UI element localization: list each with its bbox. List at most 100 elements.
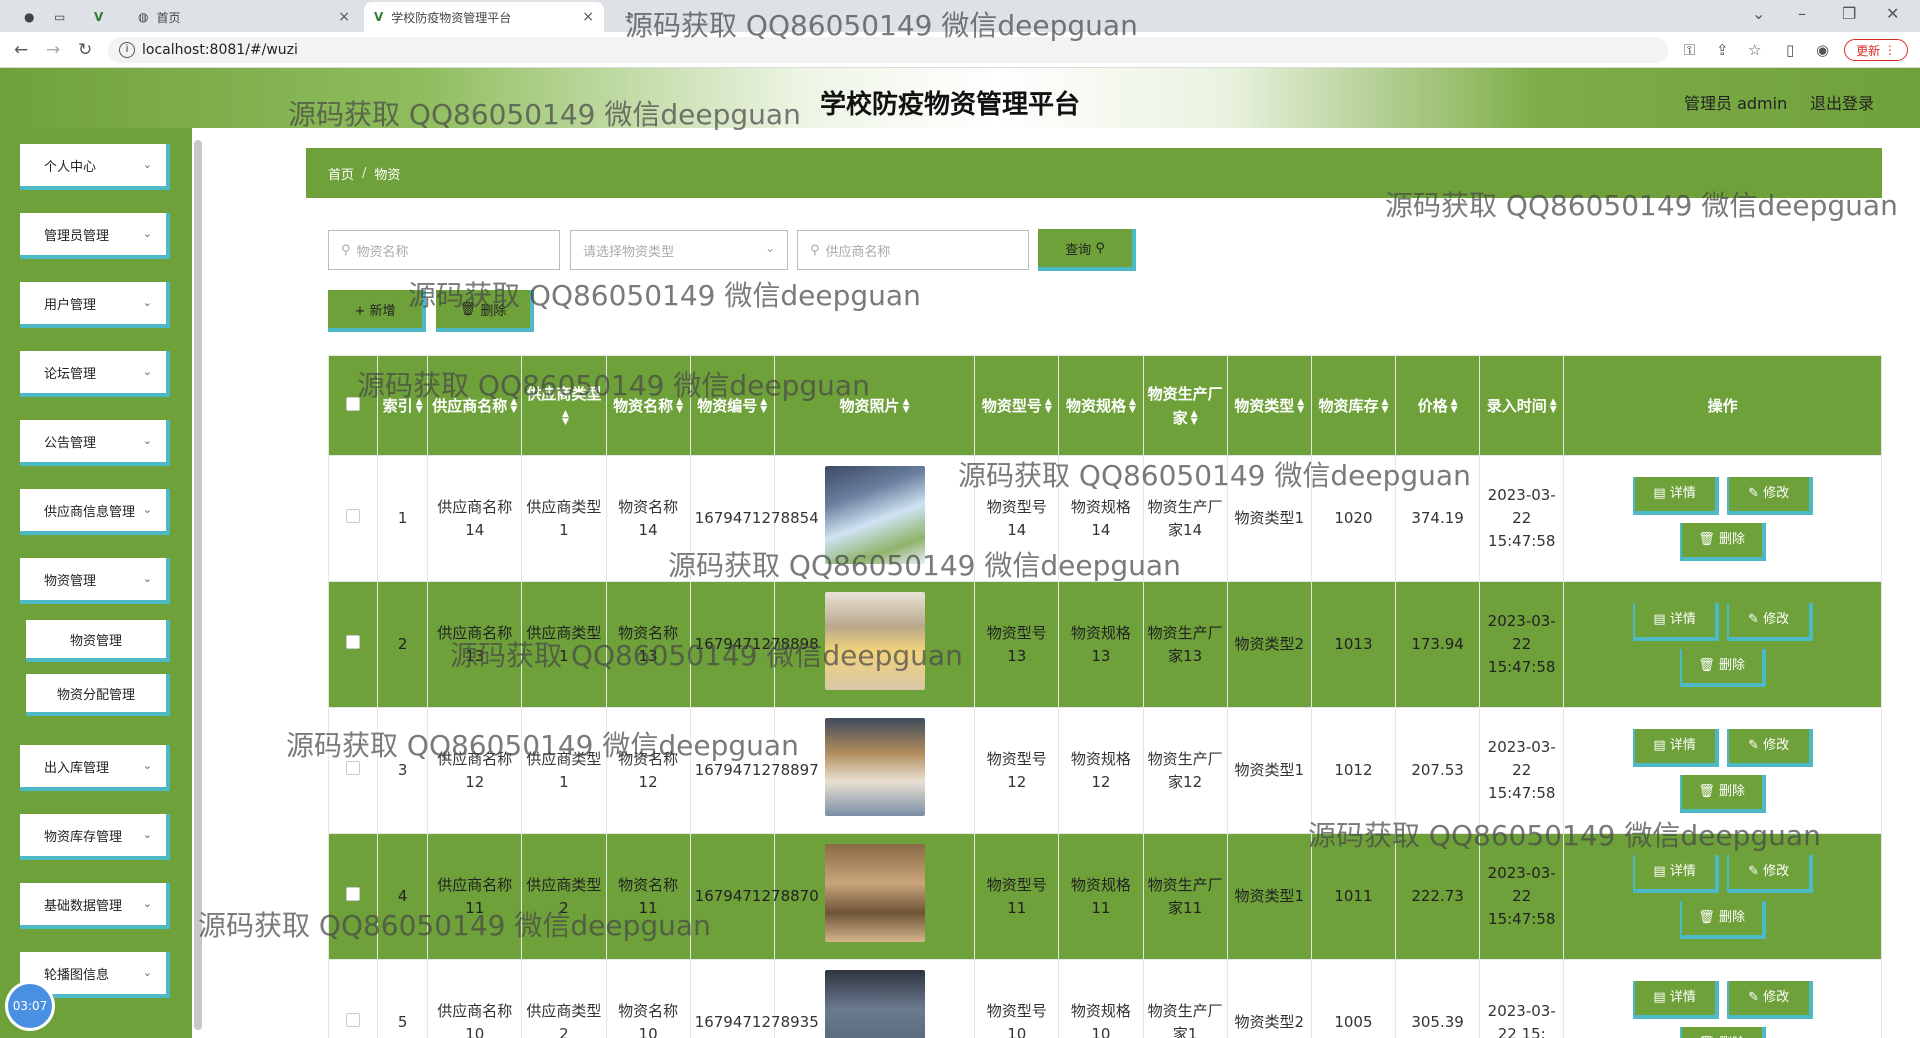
- delete-button[interactable]: 🗑 删除: [1679, 900, 1766, 939]
- sort-icon[interactable]: ▲ ▼: [760, 398, 767, 415]
- sidebar-subitem-material[interactable]: 物资管理: [26, 620, 170, 662]
- detail-button[interactable]: ▤ 详情: [1632, 476, 1719, 515]
- sort-icon[interactable]: ▲ ▼: [1297, 398, 1304, 415]
- tab-search-icon[interactable]: ⌄: [1752, 4, 1765, 23]
- column-header[interactable]: 供应商名称 ▲ ▼: [427, 355, 523, 456]
- star-icon[interactable]: ☆: [1748, 41, 1761, 59]
- sidebar-scrollbar[interactable]: [194, 140, 202, 1030]
- sidebar-item-basic-data[interactable]: 基础数据管理 ⌄: [20, 883, 170, 929]
- row-checkbox[interactable]: [346, 887, 361, 901]
- browser-tab-blank[interactable]: ▭: [44, 2, 75, 32]
- url-field[interactable]: i localhost:8081/#/wuzi: [108, 37, 1668, 63]
- reload-icon[interactable]: ↻: [78, 40, 92, 60]
- detail-button[interactable]: ▤ 详情: [1632, 854, 1719, 893]
- sidebar-item-personal-center[interactable]: 个人中心 ⌄: [20, 144, 170, 190]
- close-tab-icon[interactable]: ×: [338, 9, 350, 25]
- pencil-icon: ✎: [1748, 864, 1760, 879]
- sort-icon[interactable]: ▲ ▼: [1129, 398, 1136, 415]
- sort-icon[interactable]: ▲ ▼: [1550, 398, 1557, 415]
- edit-button[interactable]: ✎ 修改: [1726, 980, 1813, 1019]
- material-name-search-input[interactable]: ⚲ 物资名称: [328, 230, 560, 270]
- material-photo[interactable]: [824, 592, 925, 690]
- sidebar-toggle-icon[interactable]: ▯: [1786, 41, 1794, 59]
- material-photo[interactable]: [824, 844, 925, 942]
- detail-button[interactable]: ▤ 详情: [1632, 980, 1719, 1019]
- row-checkbox[interactable]: [346, 761, 361, 775]
- sort-icon[interactable]: ▲ ▼: [510, 398, 517, 415]
- table-cell-model: 物资型号10: [974, 959, 1060, 1038]
- row-checkbox[interactable]: [346, 635, 361, 649]
- forward-icon[interactable]: →: [46, 40, 60, 60]
- column-header[interactable]: 供应商类型 ▲ ▼: [521, 355, 607, 456]
- sidebar-item-forum-management[interactable]: 论坛管理 ⌄: [20, 351, 170, 397]
- edit-button[interactable]: ✎ 修改: [1726, 728, 1813, 767]
- material-photo[interactable]: [824, 466, 925, 564]
- edit-button[interactable]: ✎ 修改: [1726, 854, 1813, 893]
- profile-icon[interactable]: ◉: [1816, 41, 1829, 59]
- add-button[interactable]: + 新增: [328, 290, 426, 332]
- browser-tab-github[interactable]: ●: [14, 2, 44, 32]
- detail-button[interactable]: ▤ 详情: [1632, 602, 1719, 641]
- sidebar-item-inout-management[interactable]: 出入库管理 ⌄: [20, 745, 170, 791]
- browser-tab-home[interactable]: ◍ 首页 ×: [128, 2, 360, 32]
- update-button[interactable]: 更新 ⋮: [1844, 39, 1908, 61]
- sort-icon[interactable]: ▲ ▼: [1381, 398, 1388, 415]
- column-header[interactable]: 物资名称 ▲ ▼: [605, 355, 691, 456]
- sort-icon[interactable]: ▲ ▼: [1451, 398, 1458, 415]
- column-header[interactable]: 物资规格 ▲ ▼: [1058, 355, 1144, 456]
- sidebar-item-notice-management[interactable]: 公告管理 ⌄: [20, 420, 170, 466]
- delete-button[interactable]: 🗑 删除: [1679, 522, 1766, 561]
- column-header[interactable]: 录入时间 ▲ ▼: [1479, 355, 1565, 456]
- sort-icon[interactable]: ▲ ▼: [1045, 398, 1052, 415]
- key-icon[interactable]: ⚿: [1684, 41, 1695, 59]
- minimize-icon[interactable]: –: [1798, 4, 1806, 23]
- share-icon[interactable]: ⇪: [1716, 41, 1729, 59]
- material-photo[interactable]: [824, 718, 925, 816]
- close-tab-icon[interactable]: ×: [582, 9, 594, 25]
- sort-icon[interactable]: ▲ ▼: [416, 398, 423, 415]
- browser-tab-platform[interactable]: V 学校防疫物资管理平台 ×: [364, 2, 604, 32]
- sort-icon[interactable]: ▲ ▼: [562, 410, 569, 427]
- sort-icon[interactable]: ▲ ▼: [676, 398, 683, 415]
- column-header[interactable]: 价格 ▲ ▼: [1394, 355, 1481, 456]
- column-header[interactable]: 索引 ▲ ▼: [377, 355, 429, 456]
- sidebar-item-user-management[interactable]: 用户管理 ⌄: [20, 282, 170, 328]
- column-header[interactable]: 物资型号 ▲ ▼: [974, 355, 1060, 456]
- select-all-checkbox[interactable]: [346, 396, 361, 411]
- query-button[interactable]: 查询 ⚲: [1038, 229, 1136, 271]
- sidebar-item-stock-management[interactable]: 物资库存管理 ⌄: [20, 814, 170, 860]
- logout-link[interactable]: 退出登录: [1810, 90, 1874, 114]
- sidebar-item-material-management[interactable]: 物资管理 ⌄: [20, 558, 170, 604]
- detail-button[interactable]: ▤ 详情: [1632, 728, 1719, 767]
- edit-button[interactable]: ✎ 修改: [1726, 476, 1813, 515]
- batch-delete-button[interactable]: 🗑 删除: [436, 290, 534, 332]
- edit-button[interactable]: ✎ 修改: [1726, 602, 1813, 641]
- info-icon[interactable]: i: [119, 42, 135, 58]
- delete-button[interactable]: 🗑 删除: [1679, 648, 1766, 687]
- close-window-icon[interactable]: ✕: [1886, 4, 1899, 23]
- sidebar-item-admin-management[interactable]: 管理员管理 ⌄: [20, 213, 170, 259]
- row-checkbox[interactable]: [346, 509, 361, 523]
- sort-icon[interactable]: ▲ ▼: [903, 398, 910, 415]
- delete-button[interactable]: 🗑 删除: [1679, 774, 1766, 813]
- delete-button[interactable]: 🗑 删除: [1679, 1026, 1766, 1038]
- table-cell-operations: ▤ 详情✎ 修改 🗑 删除: [1563, 959, 1882, 1038]
- row-checkbox[interactable]: [346, 1013, 361, 1027]
- column-header[interactable]: 物资生产厂家 ▲ ▼: [1142, 355, 1228, 456]
- back-icon[interactable]: ←: [14, 40, 28, 60]
- supplier-name-search-input[interactable]: ⚲ 供应商名称: [797, 230, 1029, 270]
- column-header[interactable]: 物资照片 ▲ ▼: [773, 355, 976, 456]
- breadcrumb-home[interactable]: 首页: [328, 164, 354, 183]
- column-header[interactable]: 物资编号 ▲ ▼: [689, 355, 775, 456]
- browser-tab-vue[interactable]: V: [84, 2, 113, 32]
- sidebar-subitem-material-allocation[interactable]: 物资分配管理: [26, 674, 170, 716]
- column-header[interactable]: 物资库存 ▲ ▼: [1310, 355, 1396, 456]
- table-cell-index: 3: [377, 707, 429, 834]
- sort-icon[interactable]: ▲ ▼: [1191, 410, 1198, 427]
- material-photo[interactable]: [824, 970, 925, 1038]
- sidebar-item-supplier-management[interactable]: 供应商信息管理 ⌄: [20, 489, 170, 535]
- column-header[interactable]: 物资类型 ▲ ▼: [1226, 355, 1312, 456]
- restore-icon[interactable]: ❐: [1842, 4, 1856, 23]
- new-tab-button[interactable]: +: [614, 2, 644, 32]
- material-type-select[interactable]: 请选择物资类型 ⌄: [570, 230, 788, 270]
